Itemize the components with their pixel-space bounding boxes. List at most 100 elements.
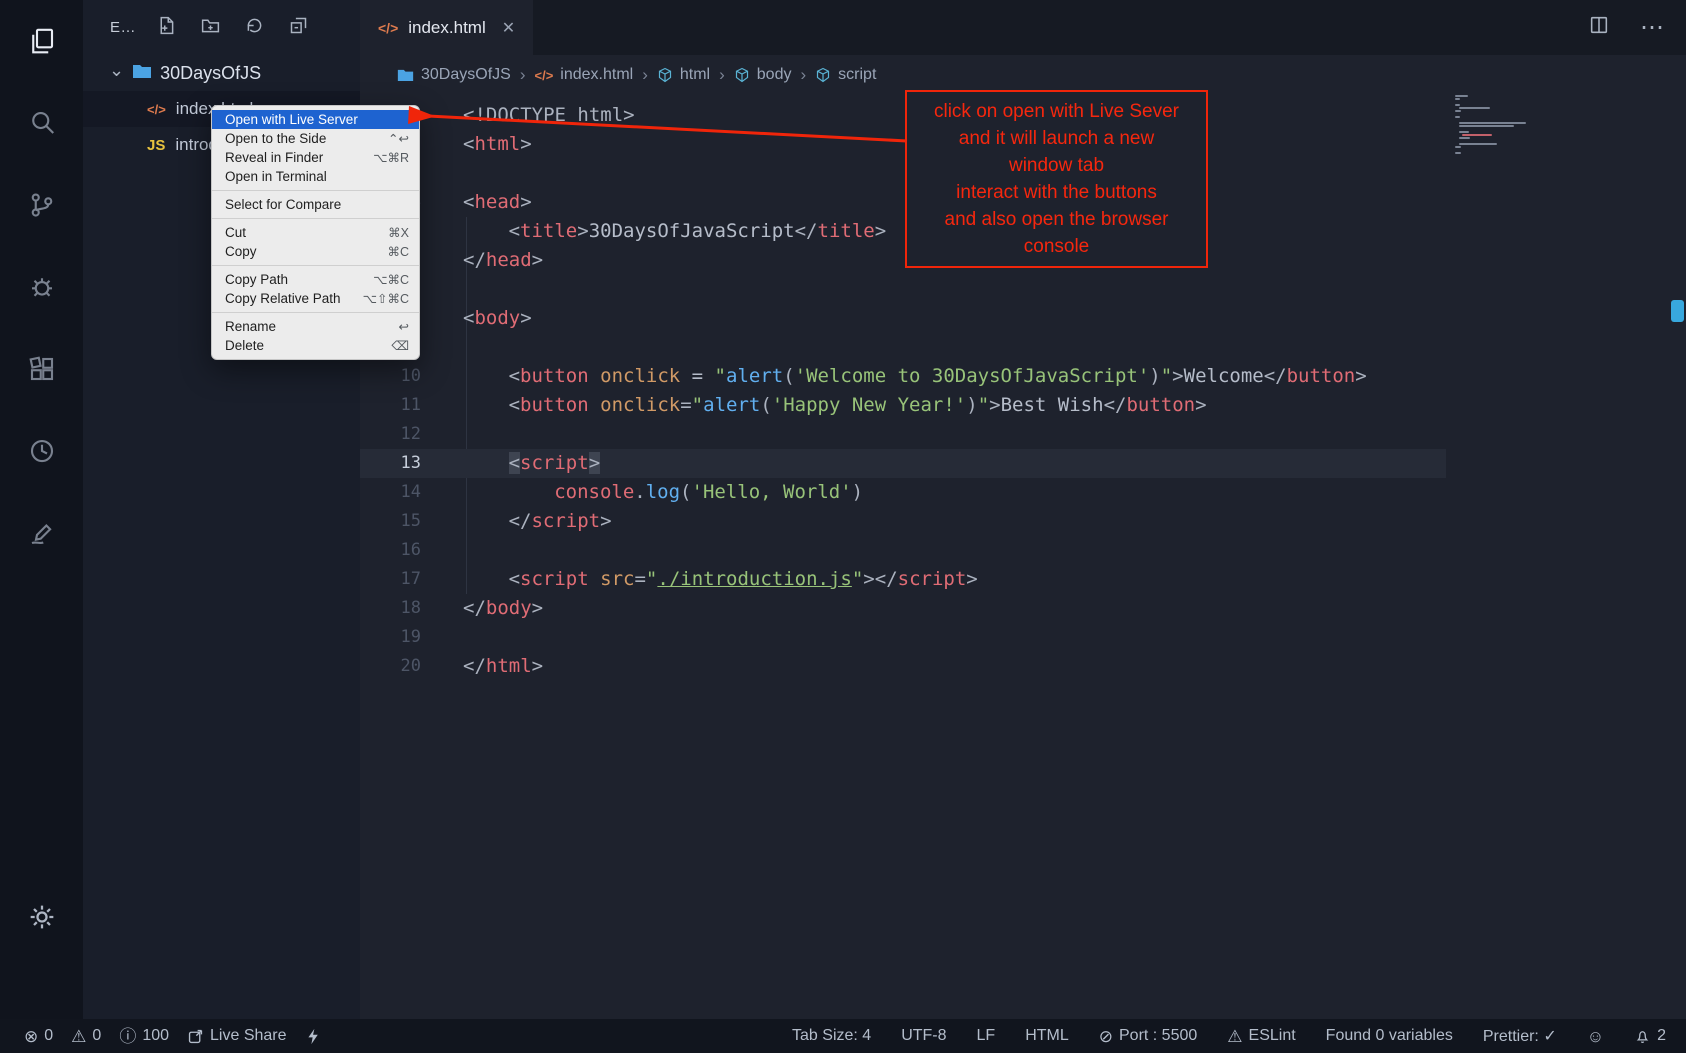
code-token: = bbox=[680, 394, 691, 416]
line-text: <html> bbox=[463, 130, 532, 159]
folder-row-30daysofjs[interactable]: ⌄ 30DaysOfJS bbox=[83, 55, 360, 91]
breadcrumb-item-script[interactable]: script bbox=[815, 66, 876, 84]
menu-item-cut[interactable]: Cut⌘X bbox=[212, 223, 419, 242]
refresh-icon[interactable] bbox=[244, 15, 265, 41]
breadcrumb-label: html bbox=[680, 66, 710, 84]
menu-separator bbox=[212, 190, 419, 191]
minimap[interactable] bbox=[1455, 95, 1545, 155]
code-token: . bbox=[634, 481, 645, 503]
breadcrumb-item-index-html[interactable]: </> index.html bbox=[534, 66, 633, 84]
run-debug-icon[interactable] bbox=[19, 264, 65, 310]
breadcrumb-label: index.html bbox=[560, 66, 633, 84]
menu-item-shortcut: ⌥⌘R bbox=[373, 150, 409, 165]
menu-item-select-for-compare[interactable]: Select for Compare bbox=[212, 195, 419, 214]
status-item-lf[interactable]: LF bbox=[977, 1027, 996, 1045]
status-item-found-0-variables[interactable]: Found 0 variables bbox=[1326, 1027, 1453, 1045]
status-item-eslint[interactable]: ⚠ ESLint bbox=[1227, 1027, 1295, 1045]
editor-actions: ⋯ bbox=[1588, 0, 1664, 55]
code-token: </ bbox=[875, 568, 898, 590]
menu-item-label: Reveal in Finder bbox=[225, 150, 361, 165]
breadcrumb-item-body[interactable]: body bbox=[734, 66, 792, 84]
code-token: < bbox=[463, 191, 474, 213]
line-number: 19 bbox=[360, 623, 421, 652]
menu-item-open-with-live-server[interactable]: Open with Live Server bbox=[212, 110, 419, 129]
status-item-tab-size-4[interactable]: Tab Size: 4 bbox=[792, 1027, 871, 1045]
search-icon[interactable] bbox=[19, 100, 65, 146]
new-folder-icon[interactable] bbox=[200, 15, 221, 41]
status-item-label: 100 bbox=[142, 1027, 169, 1045]
status-item-port-5500[interactable]: ⊘Port : 5500 bbox=[1099, 1027, 1198, 1045]
breadcrumb-item-html[interactable]: html bbox=[657, 66, 710, 84]
annotation-line: and also open the browser bbox=[911, 206, 1202, 233]
overview-ruler-marker[interactable] bbox=[1671, 300, 1684, 322]
status-item-0[interactable]: ⊗0 bbox=[24, 1027, 53, 1045]
breadcrumb-label: 30DaysOfJS bbox=[421, 66, 511, 84]
status-item-label: 2 bbox=[1657, 1027, 1666, 1045]
breadcrumb-item-30daysofjs[interactable]: 30DaysOfJS bbox=[397, 66, 511, 84]
status-item-smiley[interactable]: ☺ bbox=[1587, 1028, 1604, 1045]
cube-icon bbox=[734, 67, 750, 83]
close-icon[interactable]: ✕ bbox=[502, 18, 515, 38]
menu-item-copy-relative-path[interactable]: Copy Relative Path⌥⇧⌘C bbox=[212, 289, 419, 308]
code-token: " bbox=[852, 568, 863, 590]
code-token: </ bbox=[463, 655, 486, 677]
status-item-100[interactable]: ⓘ 100 bbox=[119, 1027, 169, 1045]
menu-item-reveal-in-finder[interactable]: Reveal in Finder ⌥⌘R bbox=[212, 148, 419, 167]
code-token: > bbox=[966, 568, 977, 590]
status-bar-right: Tab Size: 4 UTF-8 LF HTML ⊘Port : 5500 ⚠ ESLin… bbox=[792, 1026, 1666, 1046]
new-file-icon[interactable] bbox=[156, 15, 177, 41]
menu-item-open-in-terminal[interactable]: Open in Terminal bbox=[212, 167, 419, 186]
menu-item-copy[interactable]: Copy⌘C bbox=[212, 242, 419, 261]
menu-item-copy-path[interactable]: Copy Path⌥⌘C bbox=[212, 270, 419, 289]
code-token: 'Welcome to 30DaysOfJavaScript' bbox=[795, 365, 1150, 387]
line-text: <title>30DaysOfJavaScript</title> bbox=[463, 217, 886, 246]
status-item-prettier[interactable]: Prettier: ✓ bbox=[1483, 1026, 1557, 1046]
extensions-icon[interactable] bbox=[19, 346, 65, 392]
line-number: 16 bbox=[360, 536, 421, 565]
settings-gear-icon[interactable] bbox=[0, 901, 83, 933]
status-item-0[interactable]: ⚠0 bbox=[71, 1027, 101, 1045]
code-token: button bbox=[1126, 394, 1195, 416]
split-editor-icon[interactable] bbox=[1588, 14, 1610, 41]
menu-item-open-to-the-side[interactable]: Open to the Side⌃↩ bbox=[212, 129, 419, 148]
code-token: > bbox=[532, 249, 543, 271]
status-item-label: ESLint bbox=[1249, 1027, 1296, 1045]
code-token: ./introduction.js bbox=[657, 568, 851, 590]
breadcrumb-label: script bbox=[838, 66, 876, 84]
menu-separator bbox=[212, 265, 419, 266]
line-text: </head> bbox=[463, 246, 543, 275]
source-control-icon[interactable] bbox=[19, 182, 65, 228]
port-icon: ⊘ bbox=[1099, 1028, 1113, 1045]
feedback-pen-icon[interactable] bbox=[19, 510, 65, 556]
status-item-lightning[interactable] bbox=[305, 1028, 322, 1045]
js-file-icon: JS bbox=[147, 137, 165, 154]
status-item-utf-8[interactable]: UTF-8 bbox=[901, 1027, 946, 1045]
code-token: " bbox=[978, 394, 989, 416]
eslint-warning-icon: ⚠ bbox=[1227, 1028, 1242, 1045]
code-token: > bbox=[532, 597, 543, 619]
history-clock-icon[interactable] bbox=[19, 428, 65, 474]
code-token: body bbox=[474, 307, 520, 329]
more-actions-icon[interactable]: ⋯ bbox=[1640, 16, 1664, 40]
status-item-html[interactable]: HTML bbox=[1025, 1027, 1069, 1045]
collapse-all-icon[interactable] bbox=[288, 15, 309, 41]
line-number: 15 bbox=[360, 507, 421, 536]
code-token: ) bbox=[1149, 365, 1160, 387]
explorer-icon[interactable] bbox=[19, 18, 65, 64]
status-item-live-share[interactable]: Live Share bbox=[187, 1027, 287, 1045]
line-number: 20 bbox=[360, 652, 421, 681]
breadcrumb-separator: › bbox=[520, 65, 526, 85]
code-token: </ bbox=[795, 220, 818, 242]
code-token: ( bbox=[680, 481, 691, 503]
tab-index-html[interactable]: </> index.html ✕ bbox=[360, 0, 533, 55]
code-file-icon: </> bbox=[534, 68, 553, 83]
status-item-2[interactable]: 2 bbox=[1634, 1027, 1666, 1045]
smiley-icon: ☺ bbox=[1587, 1028, 1604, 1045]
minimap-line bbox=[1455, 98, 1460, 100]
info-icon: ⓘ bbox=[119, 1028, 136, 1045]
folder-label: 30DaysOfJS bbox=[160, 63, 261, 84]
code-token: ( bbox=[783, 365, 794, 387]
menu-item-rename[interactable]: Rename↩ bbox=[212, 317, 419, 336]
menu-item-delete[interactable]: Delete⌫ bbox=[212, 336, 419, 355]
code-token: title bbox=[520, 220, 577, 242]
